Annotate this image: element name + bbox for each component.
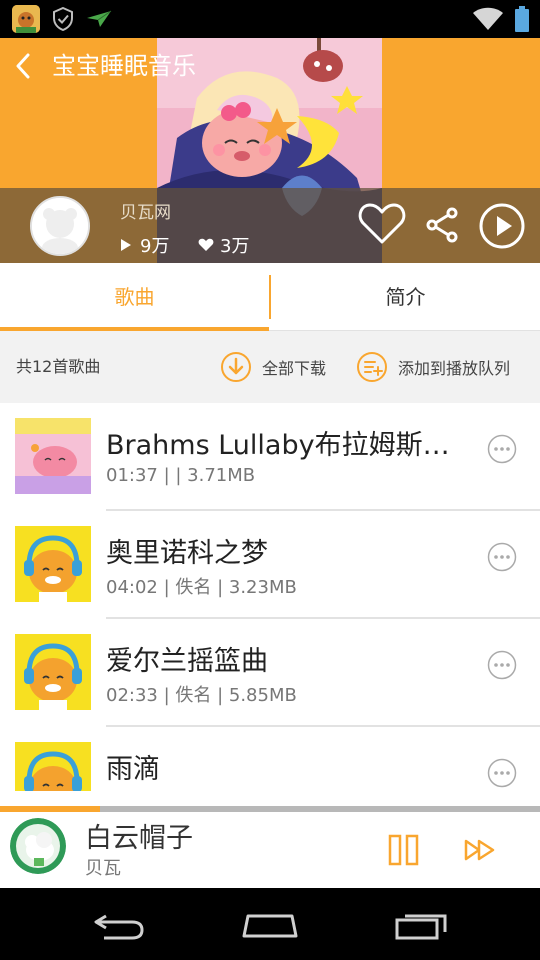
download-icon — [221, 352, 251, 382]
share-icon[interactable] — [425, 207, 459, 243]
now-playing-artist: 贝瓦 — [85, 858, 121, 879]
more-options-icon[interactable] — [487, 758, 517, 788]
author-name[interactable]: 贝瓦网 — [120, 198, 171, 223]
song-list-toolbar: 共12首歌曲 全部下载 添加到播放队列 — [0, 331, 540, 403]
nav-recent-apps-icon[interactable] — [394, 910, 450, 940]
nav-back-icon[interactable] — [92, 910, 146, 940]
avatar-placeholder-icon — [32, 198, 88, 254]
app-notification-icon — [12, 5, 40, 33]
like-count: 3万 — [198, 232, 249, 258]
album-header: 宝宝睡眠音乐 贝瓦网 9万 3万 — [0, 38, 540, 263]
song-thumbnail — [15, 742, 91, 791]
now-playing-title: 白云帽子 — [85, 823, 193, 854]
add-to-queue-icon — [357, 352, 387, 382]
song-thumbnail — [15, 634, 91, 710]
song-thumbnail — [15, 418, 91, 494]
chevron-left-icon — [16, 53, 30, 79]
download-all-button[interactable]: 全部下载 — [220, 351, 326, 383]
song-title: 雨滴 — [106, 754, 160, 785]
like-count-value: 3万 — [220, 236, 250, 257]
mini-player[interactable]: 白云帽子 贝瓦 — [0, 812, 540, 888]
add-to-queue-label: 添加到播放队列 — [398, 359, 511, 378]
song-meta: 04:02 | 佚名 | 3.23MB — [106, 577, 297, 598]
song-row[interactable]: 爱尔兰摇篮曲 02:33 | 佚名 | 5.85MB — [0, 619, 540, 727]
paper-plane-icon — [87, 10, 112, 27]
play-all-icon[interactable] — [478, 202, 526, 250]
more-options-icon[interactable] — [487, 650, 517, 680]
song-title: 爱尔兰摇篮曲 — [106, 646, 268, 677]
song-meta: 02:33 | 佚名 | 5.85MB — [106, 685, 297, 706]
tab-intro[interactable]: 简介 — [271, 263, 540, 331]
song-thumbnail — [15, 526, 91, 602]
heart-small-icon — [198, 238, 214, 251]
song-row[interactable]: Brahms Lullaby布拉姆斯… 01:37 | | 3.71MB — [0, 403, 540, 511]
tab-bar: 歌曲 简介 — [0, 263, 540, 331]
more-options-icon[interactable] — [487, 542, 517, 572]
play-small-icon — [121, 239, 131, 251]
song-row[interactable]: 奥里诺科之梦 04:02 | 佚名 | 3.23MB — [0, 511, 540, 619]
song-title: 奥里诺科之梦 — [106, 538, 268, 569]
author-avatar[interactable] — [30, 196, 90, 256]
nav-home-icon[interactable] — [240, 912, 300, 938]
page-title: 宝宝睡眠音乐 — [52, 52, 196, 80]
song-list: Brahms Lullaby布拉姆斯… 01:37 | | 3.71MB 奥里诺… — [0, 403, 540, 791]
back-button[interactable] — [6, 48, 40, 84]
download-all-label: 全部下载 — [262, 359, 327, 378]
song-row[interactable]: 雨滴 — [0, 727, 540, 791]
tab-songs[interactable]: 歌曲 — [0, 263, 269, 331]
status-bar — [0, 0, 540, 38]
shield-icon — [53, 7, 73, 31]
song-meta: 01:37 | | 3.71MB — [106, 465, 256, 486]
song-title: Brahms Lullaby布拉姆斯… — [106, 430, 450, 461]
now-playing-art — [10, 818, 66, 874]
add-to-queue-button[interactable]: 添加到播放队列 — [356, 351, 510, 383]
song-count: 共12首歌曲 — [16, 357, 101, 376]
system-nav-bar — [0, 888, 540, 960]
more-options-icon[interactable] — [487, 434, 517, 464]
wifi-icon — [473, 7, 503, 30]
play-count-value: 9万 — [140, 236, 170, 257]
favorite-heart-icon[interactable] — [358, 202, 406, 246]
battery-icon — [515, 6, 529, 32]
fast-forward-icon[interactable] — [464, 838, 496, 862]
play-count: 9万 — [120, 232, 169, 258]
pause-icon[interactable] — [388, 834, 420, 866]
